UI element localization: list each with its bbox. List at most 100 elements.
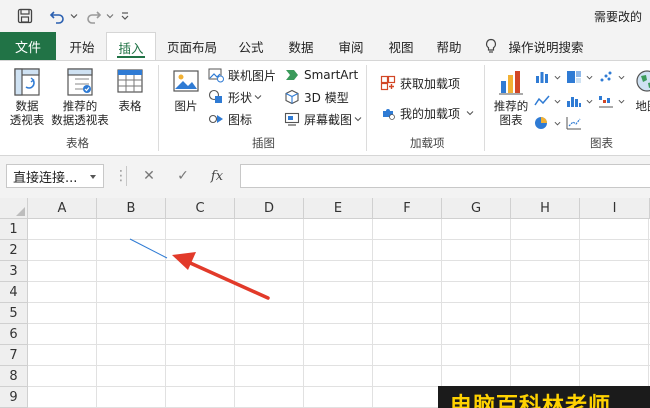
row-header-3[interactable]: 3 — [0, 261, 28, 282]
undo-dropdown-icon[interactable] — [68, 6, 80, 26]
recommended-pivot-button[interactable]: 推荐的 数据透视表 — [50, 67, 110, 127]
get-addins-button[interactable]: 获取加载项 — [380, 73, 460, 93]
picture-label: 图片 — [174, 99, 198, 113]
group-separator — [366, 65, 367, 151]
statistic-chart-icon — [567, 97, 581, 107]
ribbon-tabs: 文件 开始 插入 页面布局 公式 数据 审阅 视图 帮助 操作说明搜索 — [0, 32, 650, 61]
tab-file[interactable]: 文件 — [0, 32, 56, 60]
insert-function-button[interactable]: fx — [206, 165, 228, 187]
redo-dropdown-icon[interactable] — [104, 6, 116, 26]
line-chart-button[interactable] — [534, 91, 565, 111]
customize-toolbar-icon[interactable] — [118, 6, 132, 26]
picture-button[interactable]: 图片 — [166, 67, 206, 113]
tell-me-search[interactable]: 操作说明搜索 — [504, 32, 588, 60]
hierarchy-chart-button[interactable] — [566, 67, 597, 87]
my-addins-button[interactable]: 我的加载项 — [380, 103, 478, 123]
tab-review[interactable]: 审阅 — [328, 32, 374, 60]
tab-help[interactable]: 帮助 — [426, 32, 472, 60]
undo-icon[interactable] — [46, 6, 68, 26]
column-header-b[interactable]: B — [97, 198, 166, 219]
formula-input[interactable] — [240, 164, 650, 188]
screenshot-button[interactable]: 屏幕截图 — [284, 109, 366, 129]
recommended-charts-icon — [499, 71, 523, 95]
3d-models-button[interactable]: 3D 模型 — [284, 87, 349, 107]
row-header-9[interactable]: 9 — [0, 387, 28, 408]
shapes-button[interactable]: 形状 — [208, 87, 266, 107]
scatter-chart-button[interactable] — [598, 67, 629, 87]
line-chart-dropdown-icon — [554, 99, 561, 103]
name-box-dropdown-icon[interactable] — [89, 173, 97, 181]
recommended-pivot-icon — [67, 68, 93, 96]
picture-icon — [173, 70, 199, 92]
column-header-h[interactable]: H — [511, 198, 580, 219]
column-header-e[interactable]: E — [304, 198, 373, 219]
map-icon — [636, 70, 650, 92]
tab-home[interactable]: 开始 — [58, 32, 106, 60]
hierarchy-chart-icon — [567, 71, 581, 83]
pie-chart-button[interactable] — [534, 113, 565, 133]
select-all-button[interactable] — [0, 198, 28, 219]
maps-label: 地图 — [635, 99, 650, 113]
worksheet-grid: A B C D E F G H I 1 2 3 4 5 6 7 8 9 — [0, 198, 650, 408]
recommended-charts-label: 推荐的 图表 — [493, 99, 529, 127]
statistic-chart-button[interactable] — [566, 91, 597, 111]
column-chart-icon — [536, 72, 548, 83]
row-header-7[interactable]: 7 — [0, 345, 28, 366]
cell-area[interactable] — [28, 219, 650, 408]
group-label-illustrations: 插图 — [252, 136, 275, 150]
waterfall-chart-dropdown-icon — [618, 99, 625, 103]
smartart-button[interactable]: SmartArt — [284, 65, 358, 85]
tab-formulas[interactable]: 公式 — [228, 32, 274, 60]
watermark: 电脑百科林老师 — [438, 386, 650, 408]
maps-button[interactable]: 地图 — [632, 67, 650, 113]
icons-icon — [208, 114, 223, 124]
3d-models-label: 3D 模型 — [304, 90, 349, 105]
column-chart-button[interactable] — [534, 67, 565, 87]
tab-page-layout[interactable]: 页面布局 — [160, 32, 224, 60]
pie-chart-dropdown-icon — [554, 121, 561, 125]
row-header-6[interactable]: 6 — [0, 324, 28, 345]
row-header-5[interactable]: 5 — [0, 303, 28, 324]
pivot-table-icon — [14, 68, 40, 96]
tab-insert[interactable]: 插入 — [106, 32, 156, 61]
pivot-table-label: 数据 透视表 — [9, 99, 45, 127]
tab-view[interactable]: 视图 — [378, 32, 424, 60]
save-icon[interactable] — [14, 6, 36, 26]
online-picture-button[interactable]: 联机图片 — [208, 65, 276, 85]
column-header-g[interactable]: G — [442, 198, 511, 219]
shapes-dropdown-icon — [254, 95, 262, 100]
online-picture-icon — [208, 68, 224, 83]
formula-bar-divider — [126, 166, 127, 186]
row-header-4[interactable]: 4 — [0, 282, 28, 303]
column-header-c[interactable]: C — [166, 198, 235, 219]
row-header-1[interactable]: 1 — [0, 219, 28, 240]
column-header-i[interactable]: I — [580, 198, 650, 219]
table-button[interactable]: 表格 — [112, 67, 148, 113]
name-box[interactable]: 直接连接... — [6, 164, 104, 188]
line-chart-icon — [534, 95, 550, 106]
waterfall-chart-button[interactable] — [598, 91, 629, 111]
window-title: 需要改的 — [593, 10, 642, 24]
screenshot-icon — [284, 112, 300, 126]
column-header-f[interactable]: F — [373, 198, 442, 219]
icons-button[interactable]: 图标 — [208, 109, 252, 129]
row-header-2[interactable]: 2 — [0, 240, 28, 261]
row-header-8[interactable]: 8 — [0, 366, 28, 387]
combo-chart-button[interactable] — [566, 113, 586, 133]
column-header-a[interactable]: A — [28, 198, 97, 219]
column-header-d[interactable]: D — [235, 198, 304, 219]
my-addins-dropdown-icon — [466, 111, 474, 116]
statistic-chart-dropdown-icon — [586, 99, 593, 103]
pivot-table-button[interactable]: 数据 透视表 — [6, 67, 48, 127]
store-icon — [380, 75, 396, 91]
confirm-entry-icon[interactable]: ✓ — [172, 165, 194, 187]
watermark-text: 电脑百科林老师 — [450, 394, 612, 408]
group-separator — [158, 65, 159, 151]
scatter-chart-icon — [600, 71, 612, 82]
cancel-entry-icon[interactable]: ✕ — [138, 165, 160, 187]
smartart-icon — [286, 70, 298, 80]
recommended-charts-button[interactable]: 推荐的 图表 — [490, 67, 532, 127]
table-label: 表格 — [118, 99, 142, 113]
redo-icon[interactable] — [84, 6, 104, 26]
tab-data[interactable]: 数据 — [278, 32, 324, 60]
